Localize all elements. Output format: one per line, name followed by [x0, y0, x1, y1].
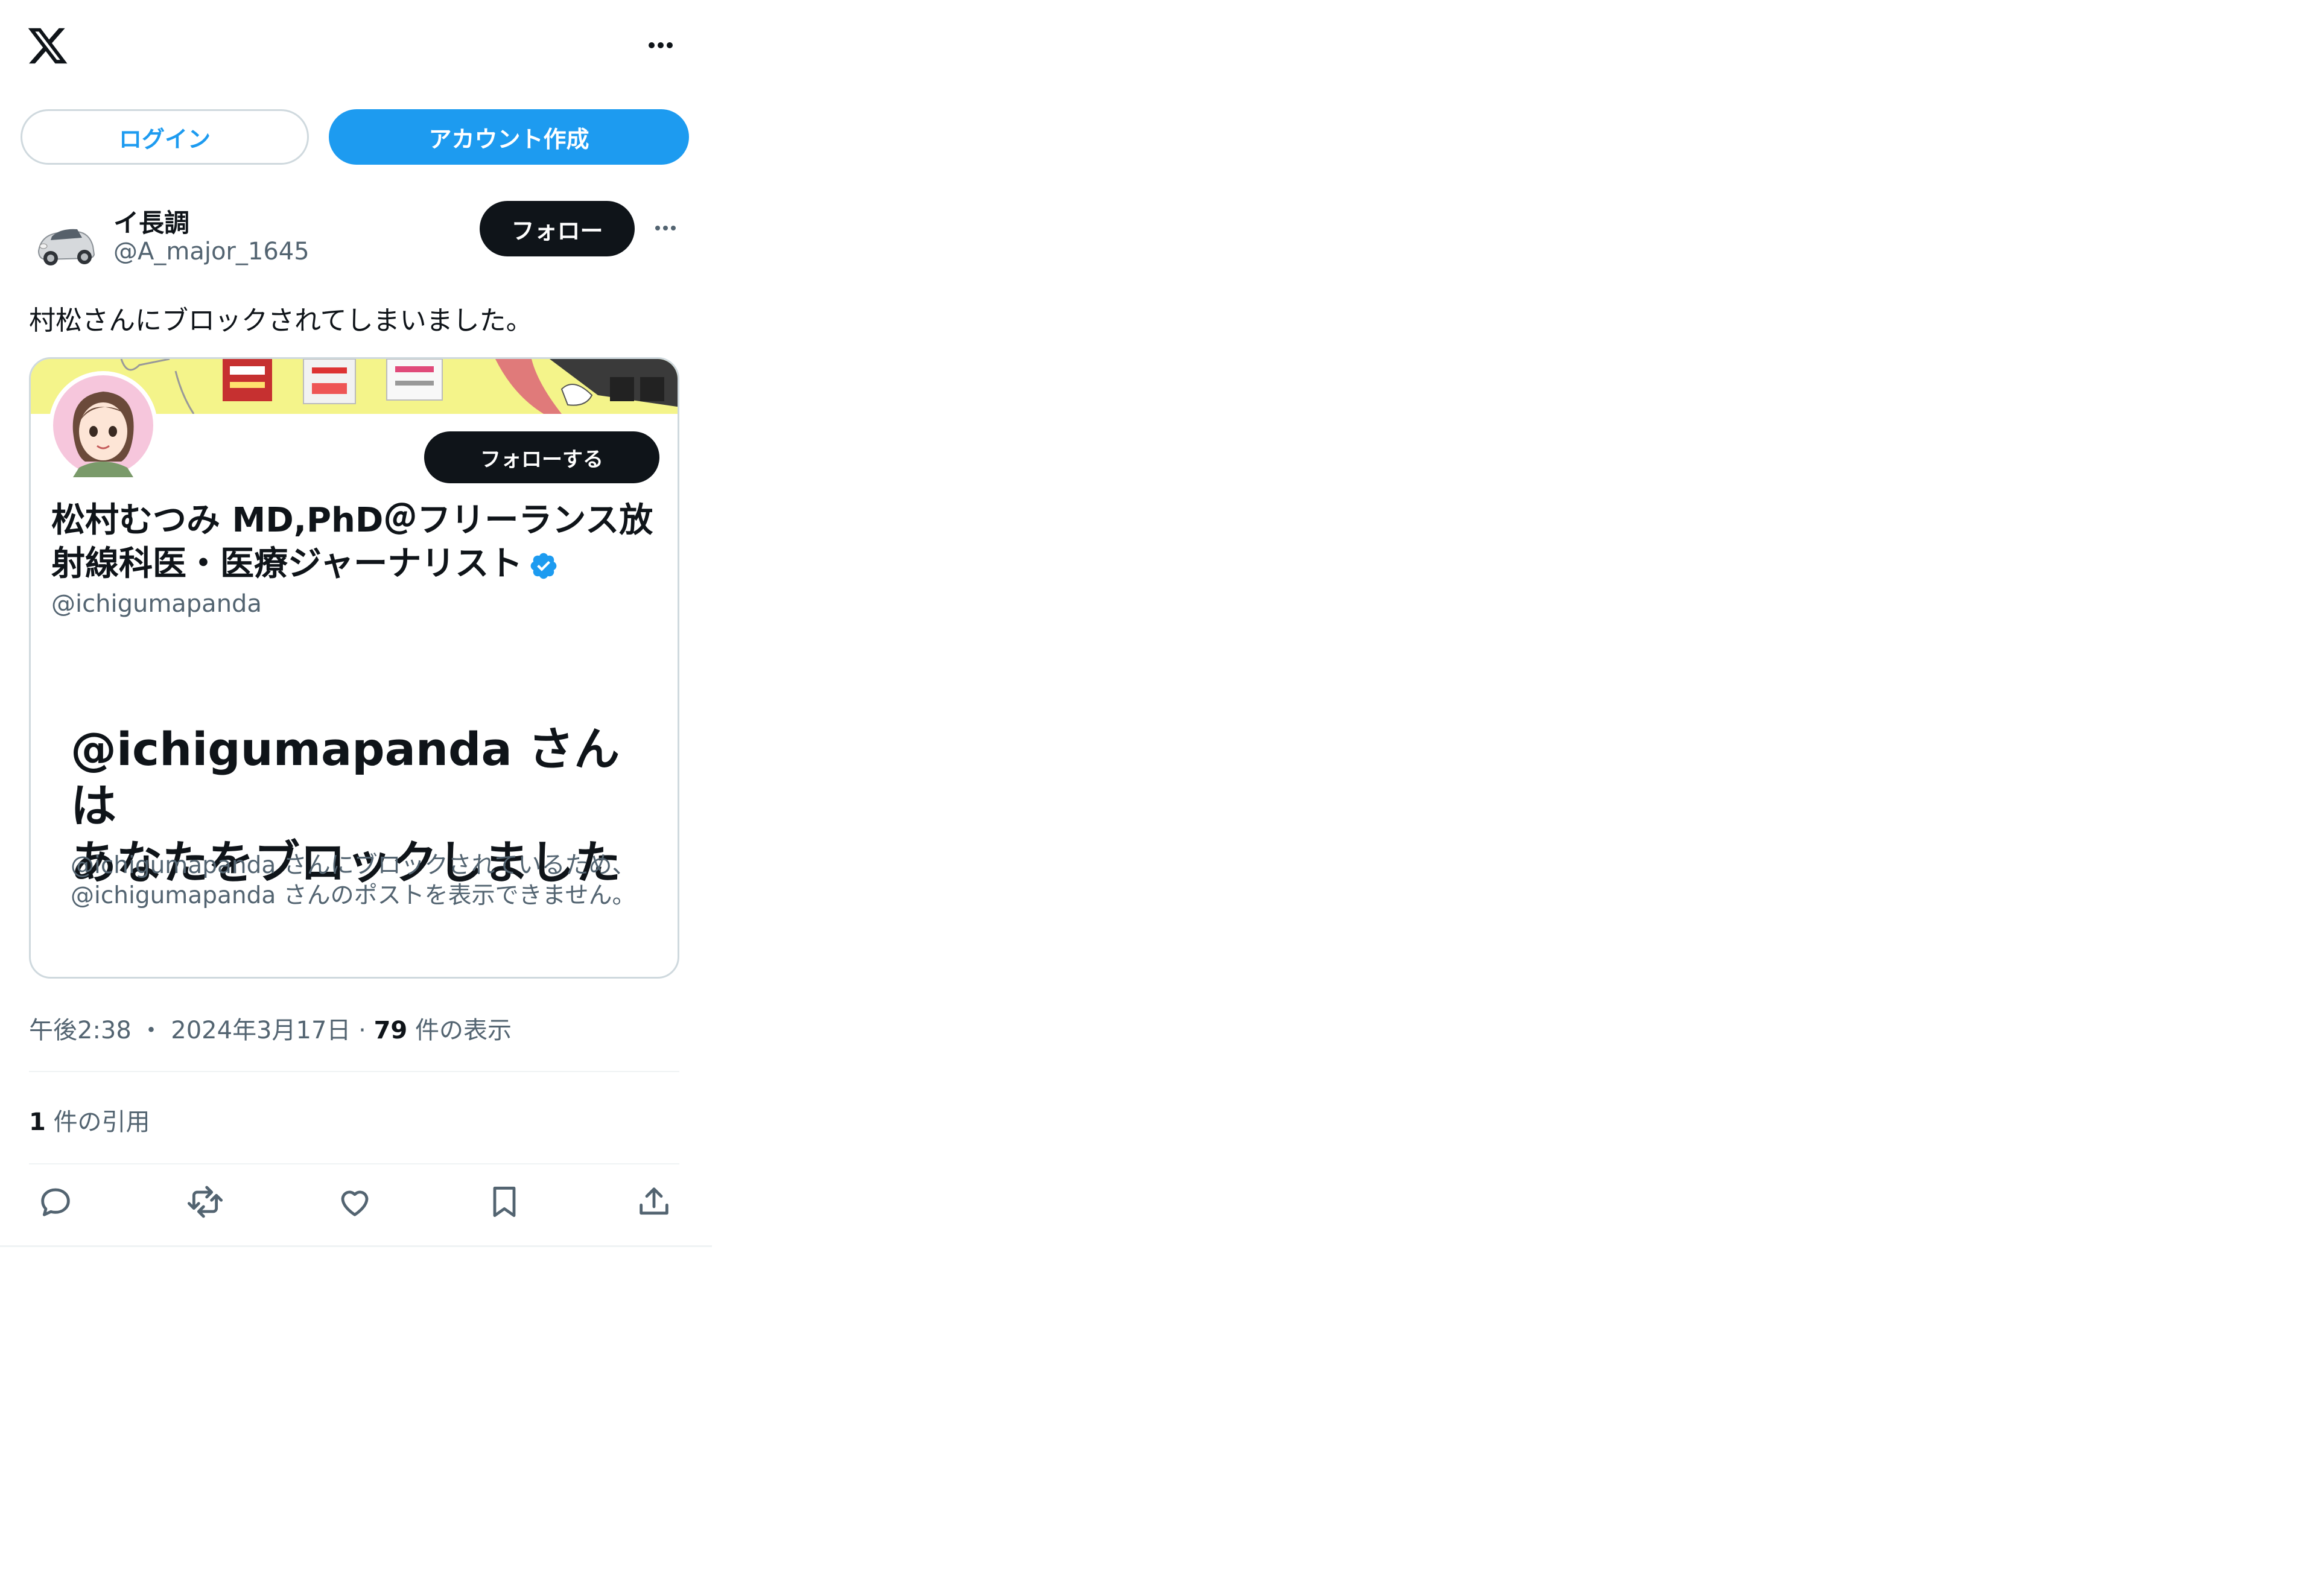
- blocked-title-line1: @ichigumapanda さんは: [71, 722, 620, 833]
- post-time[interactable]: 午後2:38: [29, 1017, 132, 1044]
- share-icon[interactable]: [635, 1183, 673, 1221]
- post-more-icon[interactable]: [650, 213, 681, 243]
- author-name[interactable]: イ長調: [113, 203, 189, 240]
- divider: [29, 1163, 679, 1164]
- views-label: 件の表示: [414, 1017, 512, 1044]
- profile-avatar-illustration: [49, 372, 157, 479]
- post-text: 村松さんにブロックされてしまいました。: [29, 305, 533, 336]
- author-avatar[interactable]: [30, 206, 100, 276]
- more-horizontal-icon[interactable]: [640, 27, 682, 63]
- like-icon[interactable]: [335, 1183, 374, 1221]
- profile-name: 松村むつみ MD,PhD＠フリーランス放射線科医・医療ジャーナリスト: [51, 499, 661, 586]
- quotes-count: 1: [29, 1108, 46, 1136]
- car-avatar-image: [30, 206, 100, 276]
- signup-button[interactable]: アカウント作成: [329, 109, 689, 165]
- meta-separator: ·: [358, 1017, 374, 1044]
- profile-follow-button[interactable]: フォローする: [424, 431, 659, 483]
- divider: [29, 1071, 679, 1072]
- blocked-desc-line2: @ichigumapanda さんのポストを表示できません。: [71, 882, 636, 909]
- blocked-desc-line1: @ichigumapanda さんにブロックされているため、: [71, 852, 636, 879]
- views-count: 79: [373, 1017, 408, 1044]
- follow-button[interactable]: フォロー: [480, 201, 635, 256]
- quotes-label: 件の引用: [53, 1108, 150, 1136]
- bottom-divider: [0, 1245, 712, 1247]
- meta-separator: ・: [139, 1017, 164, 1044]
- action-bar: [0, 1183, 712, 1231]
- login-button[interactable]: ログイン: [21, 109, 309, 165]
- verified-badge-icon: [530, 553, 557, 579]
- author-handle[interactable]: @A_major_1645: [113, 238, 310, 265]
- attached-image[interactable]: フォローする 松村むつみ MD,PhD＠フリーランス放射線科医・医療ジャーナリス…: [29, 357, 679, 979]
- profile-avatar[interactable]: [49, 371, 157, 480]
- profile-handle: @ichigumapanda: [51, 590, 262, 618]
- profile-name-text: 松村むつみ MD,PhD＠フリーランス放射線科医・医療ジャーナリスト: [51, 501, 653, 583]
- repost-icon[interactable]: [186, 1183, 224, 1221]
- post-meta: 午後2:38 ・ 2024年3月17日 · 79 件の表示: [29, 1011, 512, 1046]
- x-logo-icon[interactable]: [26, 24, 69, 68]
- bookmark-icon[interactable]: [485, 1183, 524, 1221]
- reply-icon[interactable]: [36, 1183, 75, 1221]
- post-date[interactable]: 2024年3月17日: [171, 1017, 351, 1044]
- blocked-description: @ichigumapanda さんにブロックされているため、 @ichiguma…: [71, 851, 662, 911]
- quotes-link[interactable]: 1 件の引用: [29, 1102, 150, 1137]
